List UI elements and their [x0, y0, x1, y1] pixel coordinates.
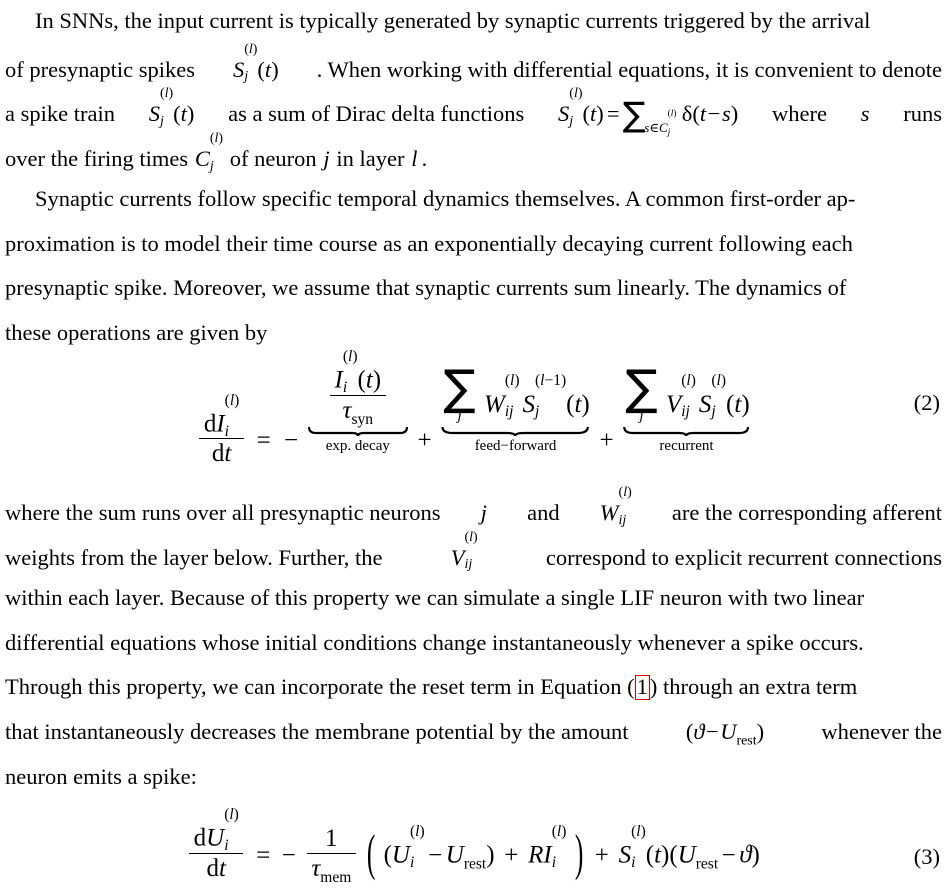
eq2-recurrent-term: ∑ j V (l) ij S (l) j (t) recurrent — [623, 360, 750, 454]
equation-2-number: (2) — [913, 390, 940, 415]
math-j-var: j — [323, 145, 330, 171]
p1-line2-text-b: . When working with differential equatio… — [316, 56, 942, 82]
p3-line7-text: neuron emits a spike: — [5, 763, 197, 789]
eq3-close-paren-big: ) — [574, 826, 584, 882]
eq3-tau-mem-sub: mem — [320, 868, 352, 886]
paragraph-1-line-4: over the firing times C (l) j of neuron j … — [0, 130, 946, 187]
math-spike-train-sum: S (l) j (t) =∑s∈C (l) j δ(t−s) — [558, 86, 739, 138]
eq2-leading-minus: − — [283, 427, 299, 455]
p3-line5-text-b: ) through an extra term — [649, 674, 858, 700]
paragraph-1-line-2: of presynaptic spikes S (l) j (t) . When wo… — [0, 41, 946, 98]
equation-2-body: dI (l) i dt = − I (l) i (t) τsyn exp. de… — [196, 349, 750, 467]
p1-line4-text-b: of neuron — [229, 145, 317, 171]
eq2-sum-2: ∑ j — [625, 360, 658, 424]
p3-line6-text-b: whenever the — [821, 718, 942, 744]
eq2-label-feed-forward: feed−forward — [474, 437, 557, 454]
eq2-equals: = — [256, 427, 271, 455]
paragraph-2-line-2: proximation is to model their time cours… — [0, 231, 946, 276]
p3-line4-text: differential equations whose initial con… — [5, 629, 864, 655]
paragraph-3: where the sum runs over all presynaptic … — [0, 484, 946, 809]
p3-line2-text-a: weights from the layer below. Further, t… — [5, 544, 383, 570]
equation-3-body: dU (l) i dt = − 1 τmem ( (U (l) i − Urest) + R… — [186, 807, 760, 885]
math-theta-minus-urest: (ϑ−Urest) — [685, 718, 765, 749]
p3-line1-text-b: and — [527, 499, 560, 525]
equation-3: dU (l) i dt = − 1 τmem ( (U (l) i − Urest) + R… — [0, 807, 946, 885]
paragraph-2: Synaptic currents follow specific tempor… — [0, 186, 946, 364]
p1-line4-text-d: . — [421, 145, 428, 171]
paragraph-2-line-3: presynaptic spike. Moreover, we assume t… — [0, 275, 946, 320]
p2-line3-text: presynaptic spike. Moreover, we assume t… — [5, 275, 847, 301]
eq3-leading-minus: − — [281, 841, 296, 869]
p1-line3-text-b: as a sum of Dirac delta functions — [228, 101, 525, 127]
math-l-var: l — [411, 145, 418, 171]
eq3-plus-1: + — [504, 841, 519, 869]
paragraph-3-line-6: that instantaneously decreases the membr… — [0, 719, 946, 764]
eq2-label-recurrent: recurrent — [659, 437, 714, 454]
p1-line1-text: In SNNs, the input current is typically … — [35, 8, 871, 33]
eq3-plus-2: + — [594, 841, 609, 869]
p2-line2-text: proximation is to model their time cours… — [5, 230, 853, 256]
paragraph-3-line-4: differential equations whose initial con… — [0, 630, 946, 675]
equation-3-number: (3) — [913, 844, 940, 869]
equation-2: dI (l) i dt = − I (l) i (t) τsyn exp. de… — [0, 349, 946, 467]
p1-line3-text-d: runs — [903, 101, 942, 127]
p1-line2-text-a: of presynaptic spikes — [5, 56, 195, 82]
equation-1-reference-link[interactable]: 1 — [634, 675, 650, 700]
p1-line3-text-c: where — [772, 101, 827, 127]
paragraph-3-line-7: neuron emits a spike: — [0, 764, 946, 809]
math-S-j-l-of-t: S (l) j (t) — [232, 41, 279, 85]
eq3-equals: = — [256, 841, 271, 869]
eq2-lhs-derivative: dI (l) i dt — [199, 392, 244, 467]
p1-line3-text-a: a spike train — [5, 101, 115, 127]
paragraph-2-line-1: Synaptic currents follow specific tempor… — [0, 186, 946, 231]
eq2-underbrace-1 — [308, 426, 408, 437]
p2-line4-text: these operations are given by — [5, 319, 268, 345]
document-page: In SNNs, the input current is typically … — [0, 0, 946, 896]
eq2-sum-1: ∑ j — [443, 360, 476, 424]
eq3-numerator-one: 1 — [325, 824, 338, 852]
p1-line4-text-a: over the firing times — [5, 145, 189, 171]
p3-line1-text-c: are the corresponding afferent — [671, 499, 942, 525]
eq2-underbrace-2 — [441, 426, 589, 437]
eq2-underbrace-3 — [623, 426, 749, 437]
eq2-label-exp-decay: exp. decay — [325, 437, 390, 454]
p2-line1-text: Synaptic currents follow specific tempor… — [35, 186, 856, 211]
math-S-j-l-of-t-2: S (l) j (t) — [148, 86, 195, 130]
paragraph-3-line-3: within each layer. Because of this prope… — [0, 585, 946, 630]
eq2-plus-1: + — [417, 427, 432, 455]
p3-line5-text-a: Through this property, we can incorporat… — [5, 674, 635, 700]
math-V-ij-l: V (l) ij — [450, 529, 478, 573]
eq2-feed-forward-term: ∑ j W (l) ij S (l−1) j (t) feed−forward — [441, 360, 590, 454]
paragraph-1-line-3: a spike train S (l) j (t) as a sum of Dirac… — [0, 86, 946, 142]
p3-line2-text-b: correspond to explicit recurrent connect… — [545, 544, 942, 570]
p3-line3-text: within each layer. Because of this prope… — [5, 585, 865, 611]
math-j-var-2: j — [480, 499, 487, 525]
eq3-lhs-derivative: dU (l) i dt — [189, 807, 244, 882]
p3-line1-text-a: where the sum runs over all presynaptic … — [5, 499, 441, 525]
paragraph-2-line-4: these operations are given by — [0, 320, 946, 365]
paragraph-3-line-5: Through this property, we can incorporat… — [0, 674, 946, 719]
eq3-one-over-tau-mem: 1 τmem — [306, 824, 356, 885]
eq2-exp-decay-term: I (l) i (t) τsyn exp. decay — [308, 349, 408, 455]
paragraph-1-line-1: In SNNs, the input current is typically … — [0, 8, 946, 53]
p1-line4-text-c: in layer — [336, 145, 405, 171]
paragraph-1: In SNNs, the input current is typically … — [0, 8, 946, 186]
eq3-open-paren-big: ( — [366, 826, 376, 882]
math-s-var: s — [860, 101, 870, 127]
p3-line6-text-a: that instantaneously decreases the membr… — [5, 718, 629, 744]
eq2-plus-2: + — [599, 427, 614, 455]
math-W-ij-l: W (l) ij — [599, 484, 632, 528]
paragraph-3-line-2: weights from the layer below. Further, t… — [0, 529, 946, 586]
math-C-j-l: C (l) j — [194, 130, 224, 174]
